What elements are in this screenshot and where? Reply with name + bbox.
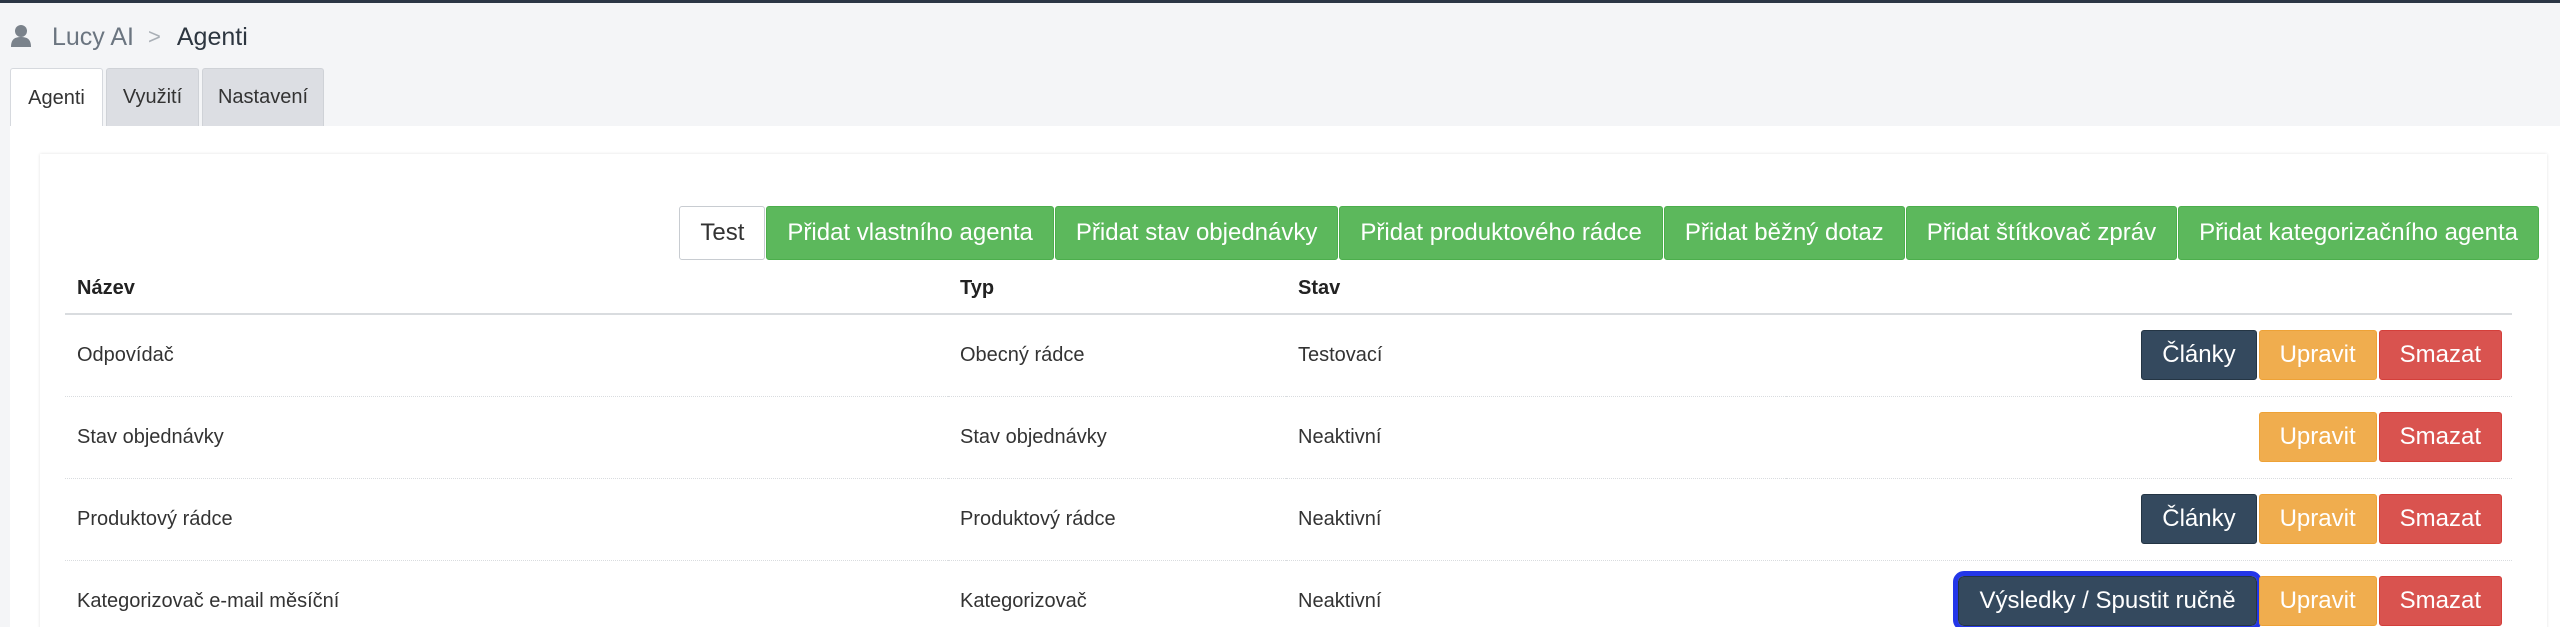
agent-name: Produktový rádce	[65, 478, 948, 561]
add-custom-agent-button[interactable]: Přidat vlastního agenta	[766, 206, 1054, 260]
agents-table: Název Typ Stav Odpovídač Obecný rádce Te…	[65, 264, 2512, 627]
delete-button[interactable]: Smazat	[2378, 330, 2502, 381]
breadcrumb-root[interactable]: Lucy AI	[52, 23, 134, 52]
tab-nastaveni[interactable]: Nastavení	[202, 68, 324, 126]
tab-bar: Agenti Využití Nastavení	[10, 68, 327, 128]
articles-button[interactable]: Články	[2141, 494, 2257, 544]
add-message-tagger-button[interactable]: Přidat štítkovač zpráv	[1905, 206, 2178, 260]
breadcrumb-current: Agenti	[176, 22, 248, 51]
test-button[interactable]: Test	[679, 206, 766, 260]
table-row: Produktový rádce Produktový rádce Neakti…	[65, 478, 2512, 561]
articles-button[interactable]: Články	[2141, 330, 2257, 381]
user-icon	[10, 24, 34, 50]
table-row: Odpovídač Obecný rádce Testovací Články …	[65, 314, 2512, 397]
agent-type: Obecný rádce	[948, 314, 1286, 397]
row-actions: Výsledky / Spustit ručně Upravit Smazat	[1786, 560, 2512, 627]
edit-button[interactable]: Upravit	[2258, 494, 2377, 544]
column-header-status: Stav	[1286, 264, 1786, 315]
add-product-advisor-button[interactable]: Přidat produktového rádce	[1339, 206, 1663, 260]
agents-card: Test Přidat vlastního agenta Přidat stav…	[40, 154, 2547, 627]
agent-name: Odpovídač	[65, 314, 948, 397]
delete-button[interactable]: Smazat	[2378, 576, 2502, 626]
row-actions: Upravit Smazat	[1786, 396, 2512, 479]
table-row: Kategorizovač e-mail měsíční Kategorizov…	[65, 560, 2512, 627]
agent-status: Testovací	[1286, 314, 1786, 397]
row-actions: Články Upravit Smazat	[1786, 314, 2512, 397]
column-header-name: Název	[65, 264, 948, 315]
row-actions: Články Upravit Smazat	[1786, 478, 2512, 561]
agent-toolbar: Test Přidat vlastního agenta Přidat stav…	[679, 206, 2539, 260]
agent-name: Stav objednávky	[65, 396, 948, 479]
edit-button[interactable]: Upravit	[2258, 412, 2377, 462]
agent-type: Produktový rádce	[948, 478, 1286, 561]
add-order-status-button[interactable]: Přidat stav objednávky	[1054, 206, 1339, 260]
agent-status: Neaktivní	[1286, 560, 1786, 627]
delete-button[interactable]: Smazat	[2378, 494, 2502, 544]
agent-type: Kategorizovač	[948, 560, 1286, 627]
tab-agenti[interactable]: Agenti	[10, 68, 103, 128]
add-categorization-agent-button[interactable]: Přidat kategorizačního agenta	[2178, 206, 2539, 260]
add-common-query-button[interactable]: Přidat běžný dotaz	[1663, 206, 1905, 260]
column-header-actions	[1786, 264, 2512, 315]
delete-button[interactable]: Smazat	[2378, 412, 2502, 462]
edit-button[interactable]: Upravit	[2258, 576, 2377, 626]
results-run-manually-button[interactable]: Výsledky / Spustit ručně	[1953, 571, 2262, 627]
breadcrumb-separator: >	[148, 24, 161, 49]
agent-type: Stav objednávky	[948, 396, 1286, 479]
table-header-row: Název Typ Stav	[65, 264, 2512, 315]
column-header-type: Typ	[948, 264, 1286, 315]
edit-button[interactable]: Upravit	[2258, 330, 2377, 381]
agent-status: Neaktivní	[1286, 478, 1786, 561]
tab-vyuziti[interactable]: Využití	[106, 68, 199, 126]
breadcrumb: Lucy AI > Agenti	[10, 20, 248, 54]
top-border	[0, 0, 2560, 3]
agent-name: Kategorizovač e-mail měsíční	[65, 560, 948, 627]
tab-content-panel: Test Přidat vlastního agenta Přidat stav…	[10, 126, 2560, 627]
agent-status: Neaktivní	[1286, 396, 1786, 479]
table-row: Stav objednávky Stav objednávky Neaktivn…	[65, 396, 2512, 479]
